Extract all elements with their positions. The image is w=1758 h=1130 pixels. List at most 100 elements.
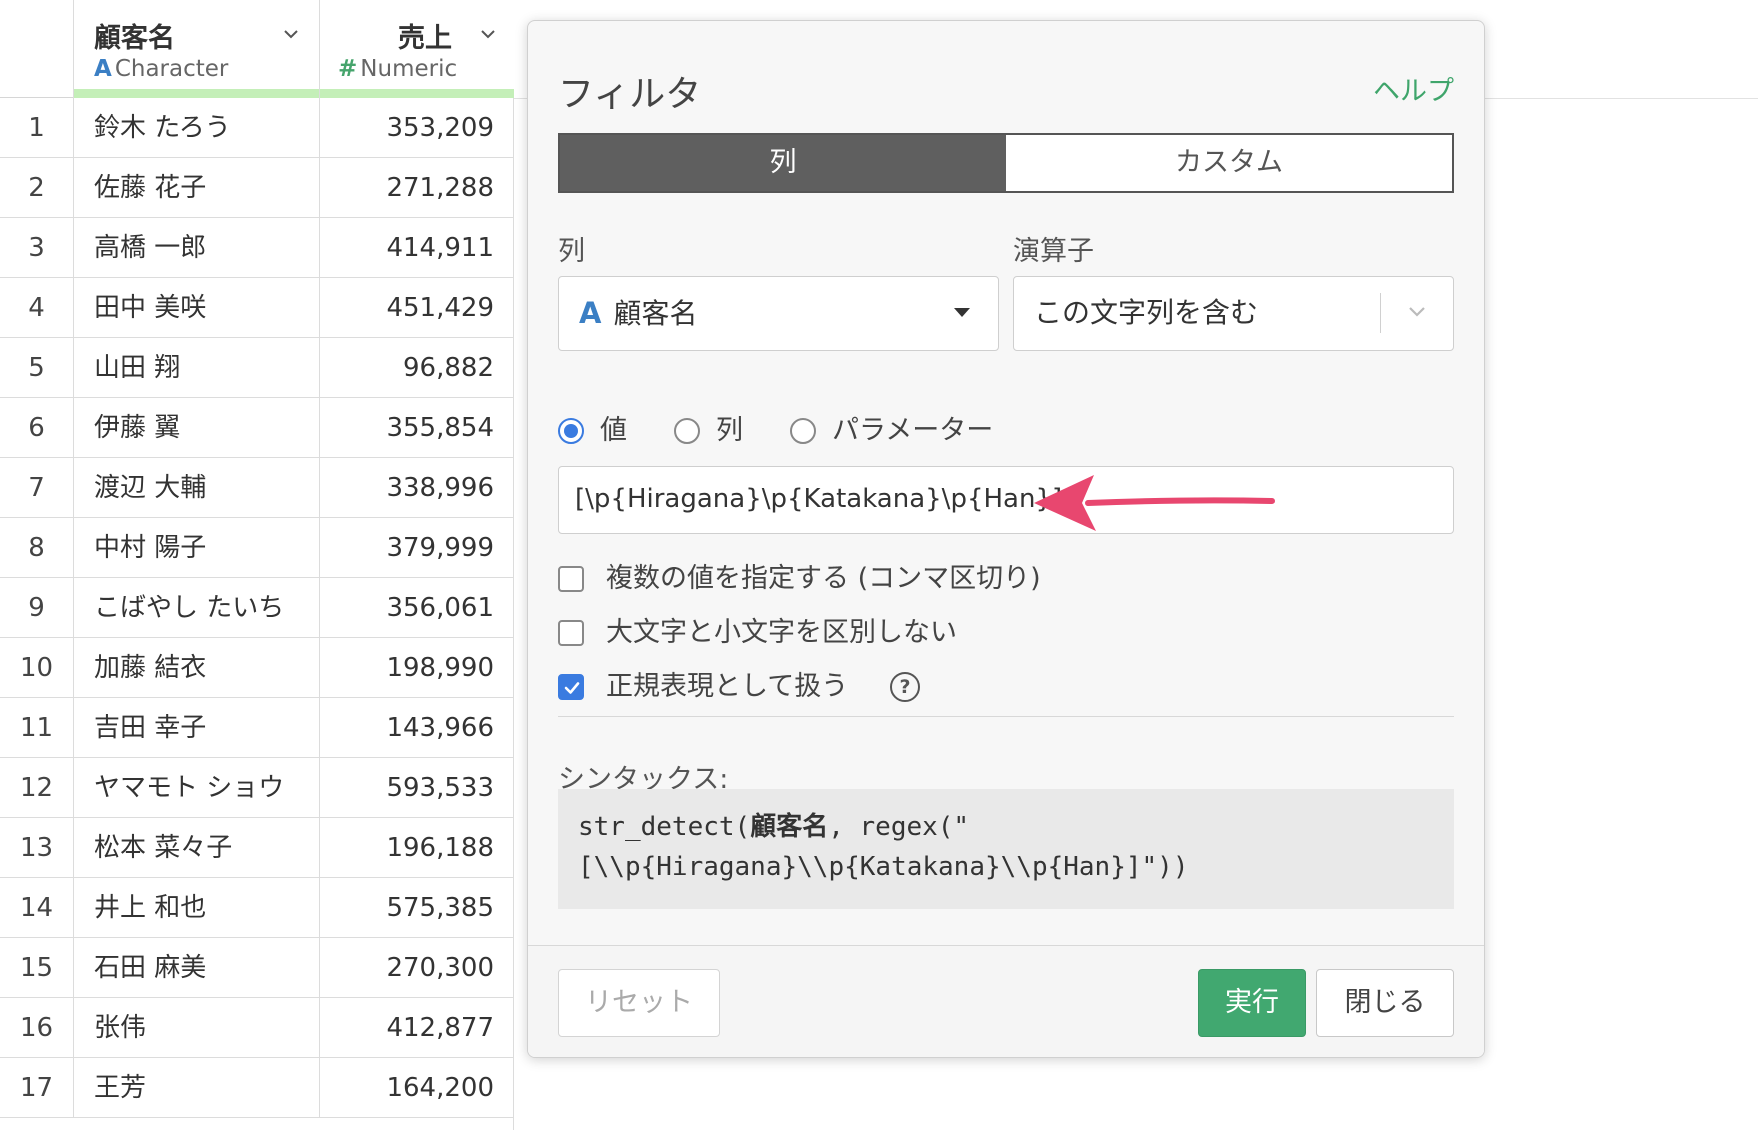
cell-customer[interactable]: 高橋 一郎	[74, 218, 320, 278]
caret-down-icon	[954, 308, 970, 317]
row-index: 7	[0, 458, 74, 518]
cell-sales[interactable]: 164,200	[320, 1058, 514, 1118]
cell-sales[interactable]: 353,209	[320, 98, 514, 158]
character-type-icon: A	[94, 56, 112, 82]
column-name: 売上	[398, 23, 452, 54]
cell-sales[interactable]: 198,990	[320, 638, 514, 698]
row-index-header	[0, 0, 74, 98]
row-index: 11	[0, 698, 74, 758]
column-header-sales[interactable]: 売上 # Numeric	[320, 0, 514, 98]
help-link[interactable]: ヘルプ	[1373, 69, 1454, 108]
cell-customer[interactable]: ヤマモト ショウ	[74, 758, 320, 818]
column-type: A Character	[94, 56, 229, 82]
chevron-down-icon[interactable]	[1407, 301, 1427, 321]
table-row[interactable]: 10 加藤 結衣 198,990	[0, 638, 514, 698]
row-index: 10	[0, 638, 74, 698]
cell-customer[interactable]: こばやし たいち	[74, 578, 320, 638]
row-index: 6	[0, 398, 74, 458]
checkbox-unchecked-icon[interactable]	[558, 620, 584, 646]
cell-sales[interactable]: 356,061	[320, 578, 514, 638]
tab-custom[interactable]: カスタム	[1006, 135, 1452, 191]
table-row[interactable]: 17 王芳 164,200	[0, 1058, 514, 1118]
table-row[interactable]: 11 吉田 幸子 143,966	[0, 698, 514, 758]
cell-sales[interactable]: 270,300	[320, 938, 514, 998]
table-row[interactable]: 8 中村 陽子 379,999	[0, 518, 514, 578]
cell-sales[interactable]: 338,996	[320, 458, 514, 518]
cell-customer[interactable]: 松本 菜々子	[74, 818, 320, 878]
dialog-footer: リセット 実行 閉じる	[528, 945, 1484, 1057]
cell-sales[interactable]: 575,385	[320, 878, 514, 938]
cell-sales[interactable]: 414,911	[320, 218, 514, 278]
row-index: 16	[0, 998, 74, 1058]
chevron-down-icon[interactable]	[480, 26, 496, 42]
row-index: 12	[0, 758, 74, 818]
run-button[interactable]: 実行	[1198, 969, 1306, 1037]
cell-customer[interactable]: 张伟	[74, 998, 320, 1058]
character-type-icon: A	[579, 296, 602, 330]
row-index: 5	[0, 338, 74, 398]
chevron-down-icon[interactable]	[283, 26, 299, 42]
row-index: 4	[0, 278, 74, 338]
filter-dialog: フィルタ ヘルプ 列 カスタム 列 演算子 A 顧客名 この文字列を含む 値 列 …	[527, 20, 1485, 1058]
checkbox-unchecked-icon[interactable]	[558, 566, 584, 592]
value-input[interactable]: [\p{Hiragana}\p{Katakana}\p{Han}]	[558, 466, 1454, 534]
row-index: 14	[0, 878, 74, 938]
table-row[interactable]: 7 渡辺 大輔 338,996	[0, 458, 514, 518]
cell-sales[interactable]: 271,288	[320, 158, 514, 218]
table-row[interactable]: 6 伊藤 翼 355,854	[0, 398, 514, 458]
grid-body: 1 鈴木 たろう 353,209 2 佐藤 花子 271,288 3 高橋 一郎 414,9…	[0, 98, 514, 1118]
checkbox-checked-icon[interactable]	[558, 674, 584, 700]
cell-customer[interactable]: 石田 麻美	[74, 938, 320, 998]
cell-customer[interactable]: 鈴木 たろう	[74, 98, 320, 158]
cell-customer[interactable]: 中村 陽子	[74, 518, 320, 578]
cell-sales[interactable]: 196,188	[320, 818, 514, 878]
cell-customer[interactable]: 井上 和也	[74, 878, 320, 938]
column-quality-bar	[74, 89, 319, 98]
table-row[interactable]: 4 田中 美咲 451,429	[0, 278, 514, 338]
row-index: 3	[0, 218, 74, 278]
cell-sales[interactable]: 143,966	[320, 698, 514, 758]
cell-customer[interactable]: 渡辺 大輔	[74, 458, 320, 518]
operator-select-value: この文字列を含む	[1034, 296, 1259, 329]
table-row[interactable]: 3 高橋 一郎 414,911	[0, 218, 514, 278]
syntax-preview: str_detect(顧客名, regex(" [\\p{Hiragana}\\…	[558, 789, 1454, 909]
table-row[interactable]: 15 石田 麻美 270,300	[0, 938, 514, 998]
table-row[interactable]: 14 井上 和也 575,385	[0, 878, 514, 938]
cell-customer[interactable]: 田中 美咲	[74, 278, 320, 338]
cell-sales[interactable]: 593,533	[320, 758, 514, 818]
cell-sales[interactable]: 355,854	[320, 398, 514, 458]
reset-button[interactable]: リセット	[558, 969, 720, 1037]
table-row[interactable]: 13 松本 菜々子 196,188	[0, 818, 514, 878]
radio-selected-icon[interactable]	[558, 418, 584, 444]
select-separator	[1380, 293, 1381, 333]
radio-unselected-icon[interactable]	[674, 418, 700, 444]
cell-sales[interactable]: 96,882	[320, 338, 514, 398]
column-select-value: 顧客名	[613, 297, 698, 330]
dialog-title: フィルタ	[558, 74, 702, 115]
cell-sales[interactable]: 379,999	[320, 518, 514, 578]
table-row[interactable]: 12 ヤマモト ショウ 593,533	[0, 758, 514, 818]
operator-select[interactable]: この文字列を含む	[1013, 276, 1454, 351]
cell-customer[interactable]: 山田 翔	[74, 338, 320, 398]
column-header-customer[interactable]: 顧客名 A Character	[74, 0, 320, 98]
cell-sales[interactable]: 412,877	[320, 998, 514, 1058]
cell-customer[interactable]: 佐藤 花子	[74, 158, 320, 218]
table-row[interactable]: 5 山田 翔 96,882	[0, 338, 514, 398]
table-row[interactable]: 2 佐藤 花子 271,288	[0, 158, 514, 218]
table-row[interactable]: 9 こばやし たいち 356,061	[0, 578, 514, 638]
cell-customer[interactable]: 伊藤 翼	[74, 398, 320, 458]
close-button[interactable]: 閉じる	[1316, 969, 1454, 1037]
column-select[interactable]: A 顧客名	[558, 276, 999, 351]
cell-customer[interactable]: 加藤 結衣	[74, 638, 320, 698]
radio-unselected-icon[interactable]	[790, 418, 816, 444]
cell-customer[interactable]: 吉田 幸子	[74, 698, 320, 758]
row-index: 1	[0, 98, 74, 158]
table-row[interactable]: 16 张伟 412,877	[0, 998, 514, 1058]
question-help-icon[interactable]: ?	[890, 672, 920, 702]
cell-customer[interactable]: 王芳	[74, 1058, 320, 1118]
column-quality-bar	[320, 89, 514, 98]
tab-column[interactable]: 列	[560, 135, 1006, 191]
table-row[interactable]: 1 鈴木 たろう 353,209	[0, 98, 514, 158]
row-index: 13	[0, 818, 74, 878]
cell-sales[interactable]: 451,429	[320, 278, 514, 338]
